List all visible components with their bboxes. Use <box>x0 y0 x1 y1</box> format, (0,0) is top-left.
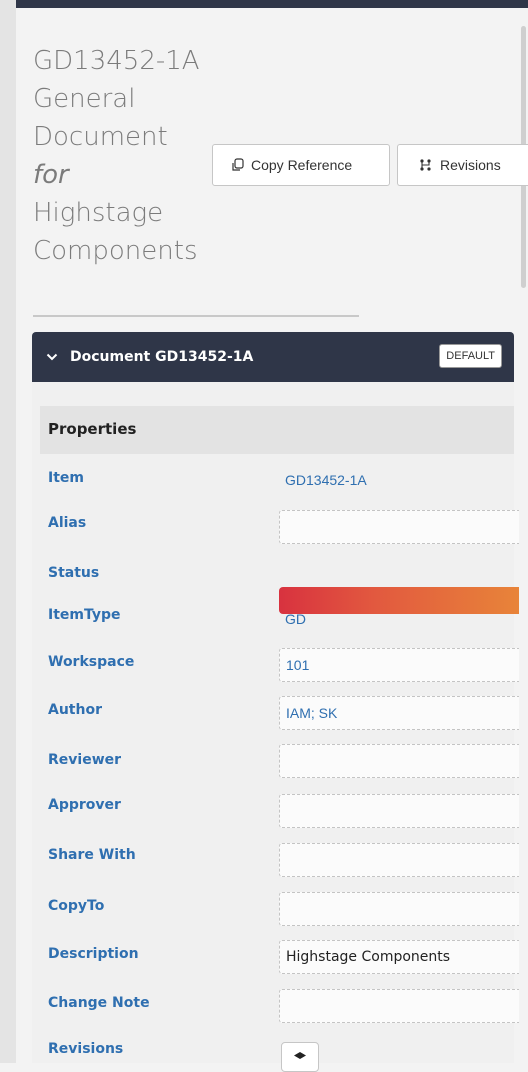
title-line: Document <box>33 122 168 152</box>
author-field[interactable]: IAM; SK <box>279 696 519 730</box>
prop-label-workspace: Workspace <box>48 654 135 670</box>
panel-title: Document GD13452-1A <box>70 349 254 365</box>
title-line: Highstage <box>33 198 164 228</box>
description-field[interactable]: Highstage Components <box>279 940 519 974</box>
copy-reference-button[interactable]: Copy Reference <box>212 144 390 186</box>
prop-label-share-with: Share With <box>48 847 136 863</box>
prop-label-approver: Approver <box>48 797 121 813</box>
change-note-field[interactable] <box>279 989 519 1023</box>
prop-label-change-note: Change Note <box>48 995 150 1011</box>
top-bar <box>16 0 528 8</box>
reviewer-field[interactable] <box>279 744 519 778</box>
default-badge[interactable]: DEFAULT <box>439 344 502 368</box>
prop-label-revisions: Revisions <box>48 1041 124 1057</box>
prop-label-item: Item <box>48 470 84 486</box>
revisions-icon <box>420 159 431 171</box>
left-strip <box>0 0 16 1063</box>
prop-label-alias: Alias <box>48 515 87 531</box>
title-line: General <box>33 84 136 114</box>
share-with-field[interactable] <box>279 843 519 877</box>
title-line: for <box>33 160 69 190</box>
revisions-label: Revisions <box>440 157 501 173</box>
prop-label-author: Author <box>48 702 102 718</box>
prop-label-reviewer: Reviewer <box>48 752 122 768</box>
title-line: GD13452-1A <box>33 46 200 76</box>
status-bar[interactable] <box>279 587 519 614</box>
revisions-button[interactable]: Revisions <box>397 144 528 186</box>
prop-label-description: Description <box>48 946 139 962</box>
chevron-down-icon[interactable] <box>46 353 58 361</box>
title-divider <box>33 315 359 317</box>
revisions-toggle-button[interactable] <box>281 1042 319 1072</box>
copy-icon <box>232 158 244 171</box>
item-value-link[interactable]: GD13452-1A <box>285 472 367 488</box>
properties-header: Properties <box>40 406 514 454</box>
prop-label-status: Status <box>48 565 100 581</box>
copyto-field[interactable] <box>279 892 519 926</box>
alias-field[interactable] <box>279 510 519 544</box>
page-title: GD13452-1A General Document for Highstag… <box>33 42 223 270</box>
title-line: Components <box>33 236 198 266</box>
copy-reference-label: Copy Reference <box>251 157 353 173</box>
workspace-field[interactable]: 101 <box>279 648 519 682</box>
prop-label-copyto: CopyTo <box>48 898 105 914</box>
itemtype-value: GD <box>285 611 306 627</box>
layers-icon <box>294 1052 306 1059</box>
prop-label-itemtype: ItemType <box>48 607 121 623</box>
approver-field[interactable] <box>279 794 519 828</box>
document-panel-header[interactable]: Document GD13452-1A DEFAULT <box>32 332 514 382</box>
